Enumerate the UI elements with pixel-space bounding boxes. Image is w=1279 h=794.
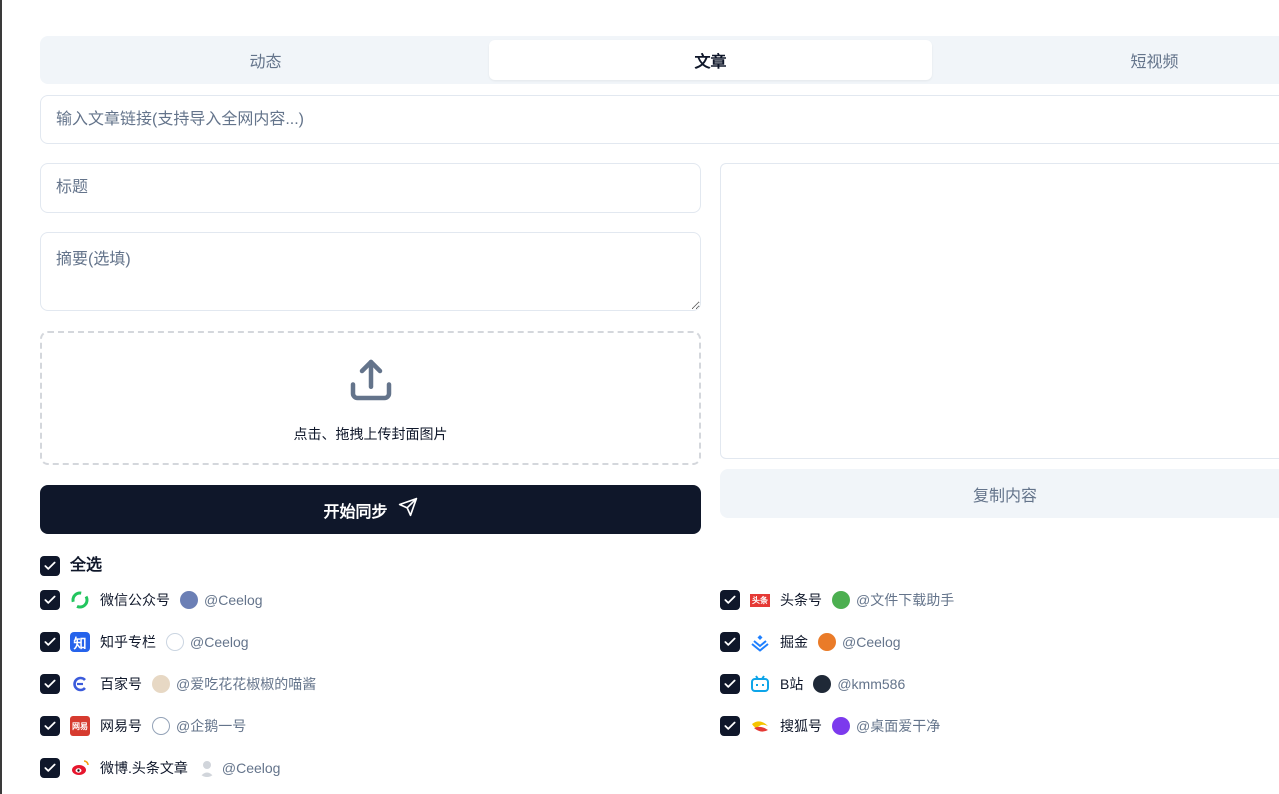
account-name: @Ceelog — [221, 760, 281, 776]
tab-short-video[interactable]: 短视频 — [933, 40, 1279, 80]
platform-item-baijiahao: 百家号 @爱吃花花椒椒的喵酱 — [70, 672, 316, 696]
platform-checkbox-weibo[interactable] — [40, 758, 60, 778]
account-name: @Ceelog — [204, 592, 263, 608]
zhihu-icon: 知 — [70, 632, 90, 652]
send-icon — [398, 497, 418, 522]
platform-checkbox-netease[interactable] — [40, 716, 60, 736]
account-avatar — [818, 633, 836, 651]
upload-hint-text: 点击、拖拽上传封面图片 — [293, 425, 448, 442]
account-name: @企鹅一号 — [176, 718, 247, 734]
account-name: @桌面爱干净 — [856, 718, 941, 734]
account-avatar — [832, 591, 850, 609]
sohu-icon — [750, 716, 770, 736]
platform-checkbox-juejin[interactable] — [720, 632, 740, 652]
platform-checkbox-baijiahao[interactable] — [40, 674, 60, 694]
select-all-label: 全选 — [70, 557, 103, 574]
window-edge — [0, 0, 2, 794]
baijiahao-icon — [70, 674, 90, 694]
content-preview-panel[interactable] — [720, 163, 1279, 459]
default-avatar-icon — [197, 759, 216, 777]
platform-checkbox-sohu[interactable] — [720, 716, 740, 736]
platform-checkbox-bilibili[interactable] — [720, 674, 740, 694]
platform-item-netease: 网易 网易号 @企鹅一号 — [70, 714, 246, 738]
account-name: @Ceelog — [190, 634, 249, 650]
sync-button-label: 开始同步 — [323, 503, 388, 521]
platform-item-sohu: 搜狐号 @桌面爱干净 — [750, 714, 940, 738]
platform-item-bilibili: B站 @kmm586 — [750, 672, 905, 696]
article-link-input[interactable] — [40, 95, 1279, 144]
platform-name: 百家号 — [100, 676, 142, 692]
account-name: @文件下载助手 — [856, 592, 955, 608]
account-avatar — [166, 633, 184, 651]
platform-name: 掘金 — [780, 634, 808, 650]
platform-item-toutiao: 头条 头条号 @文件下载助手 — [750, 588, 954, 612]
check-icon — [44, 561, 56, 570]
account-avatar — [152, 717, 170, 735]
platform-item-weibo: 微博.头条文章 @Ceelog — [70, 756, 280, 780]
platform-name: 微博.头条文章 — [100, 760, 188, 776]
account-avatar — [832, 717, 850, 735]
platform-name: 头条号 — [780, 592, 822, 608]
bilibili-icon — [750, 674, 770, 694]
juejin-icon — [750, 632, 770, 652]
summary-textarea[interactable] — [40, 232, 701, 311]
account-name: @kmm586 — [837, 676, 906, 692]
wechat-icon — [70, 590, 90, 610]
platform-name: 网易号 — [100, 718, 142, 734]
account-avatar — [152, 675, 170, 693]
platform-item-juejin: 掘金 @Ceelog — [750, 630, 901, 654]
platform-checkbox-wechat[interactable] — [40, 590, 60, 610]
tab-article[interactable]: 文章 — [489, 40, 932, 80]
upload-icon — [344, 353, 398, 412]
account-avatar — [180, 591, 198, 609]
start-sync-button[interactable]: 开始同步 — [40, 485, 701, 534]
platform-name: B站 — [780, 676, 804, 692]
copy-content-button[interactable]: 复制内容 — [720, 469, 1279, 518]
tab-dynamic[interactable]: 动态 — [44, 40, 487, 80]
cover-upload-area[interactable]: 点击、拖拽上传封面图片 — [40, 331, 701, 465]
title-input[interactable] — [40, 163, 701, 213]
content-type-tabs: 动态 文章 短视频 — [40, 36, 1279, 84]
platform-name: 知乎专栏 — [100, 634, 156, 650]
account-avatar — [813, 675, 832, 693]
select-all-checkbox[interactable] — [40, 556, 60, 576]
platform-item-wechat: 微信公众号 @Ceelog — [70, 588, 263, 612]
platform-item-zhihu: 知 知乎专栏 @Ceelog — [70, 630, 249, 654]
toutiao-icon: 头条 — [750, 593, 770, 607]
weibo-icon — [70, 758, 90, 778]
platform-checkbox-zhihu[interactable] — [40, 632, 60, 652]
platform-name: 微信公众号 — [100, 592, 170, 608]
platform-checkbox-toutiao[interactable] — [720, 590, 740, 610]
account-name: @爱吃花花椒椒的喵酱 — [176, 676, 317, 692]
netease-icon: 网易 — [70, 716, 90, 736]
account-name: @Ceelog — [842, 634, 901, 650]
platform-name: 搜狐号 — [780, 718, 822, 734]
